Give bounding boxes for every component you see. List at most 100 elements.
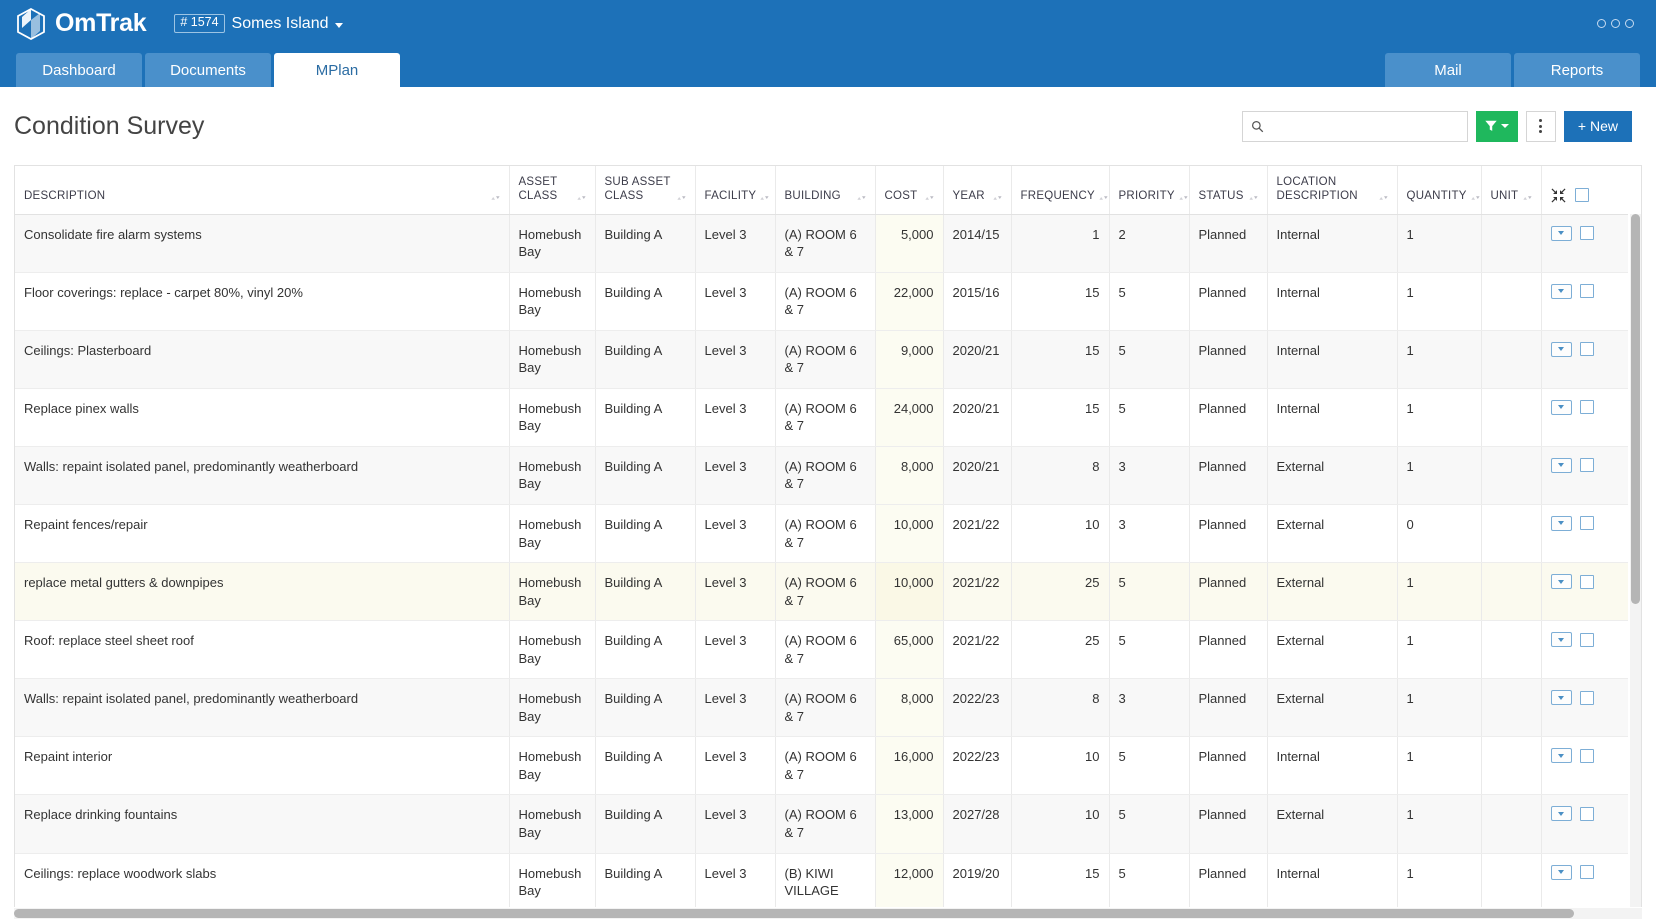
col-header-quantity[interactable]: QUANTITY: [1396, 166, 1481, 215]
sort-updown-icon: [1179, 195, 1188, 200]
table-row[interactable]: Repaint interior Homebush Bay Building A Le…: [15, 736, 1628, 796]
row-select-checkbox[interactable]: [1579, 690, 1594, 705]
row-select-checkbox[interactable]: [1579, 226, 1594, 240]
site-selector[interactable]: # 1574 Somes Island: [174, 14, 344, 33]
col-header-cost[interactable]: COST: [874, 166, 943, 215]
row-actions-dropdown[interactable]: [1550, 864, 1572, 880]
row-select-checkbox[interactable]: [1579, 632, 1594, 647]
row-actions-dropdown[interactable]: [1550, 341, 1572, 357]
search-box[interactable]: [1241, 110, 1468, 142]
table-row[interactable]: replace metal gutters & downpipes Homebus…: [15, 562, 1628, 622]
cell-description: Repaint interior: [15, 736, 509, 796]
cell-facility: Level 3: [694, 736, 775, 796]
funnel-icon: [1485, 120, 1498, 131]
col-header-location-description[interactable]: LOCATION DESCRIPTION: [1266, 166, 1397, 215]
column-label: FREQUENCY: [1020, 190, 1095, 203]
new-button[interactable]: + New: [1563, 110, 1632, 142]
col-header-description[interactable]: DESCRIPTION: [15, 166, 509, 215]
row-actions-dropdown[interactable]: [1550, 457, 1572, 473]
row-actions-dropdown[interactable]: [1550, 283, 1572, 299]
row-actions-dropdown[interactable]: [1550, 515, 1572, 531]
cell-asset-class: Homebush Bay: [508, 853, 595, 907]
col-header-facility[interactable]: FACILITY: [694, 166, 775, 215]
cell-priority: 5: [1108, 272, 1189, 331]
table-vertical-scrollbar[interactable]: [1630, 214, 1641, 907]
row-select-checkbox[interactable]: [1579, 458, 1594, 473]
table-row[interactable]: Floor coverings: replace - carpet 80%, v…: [15, 272, 1628, 331]
row-actions-dropdown[interactable]: [1550, 399, 1572, 415]
row-select-checkbox[interactable]: [1579, 516, 1594, 531]
table-row[interactable]: Ceilings: replace woodwork slabs Homebush…: [15, 853, 1628, 907]
table-horizontal-scrollbar[interactable]: [14, 908, 1642, 919]
row-select-checkbox[interactable]: [1579, 342, 1594, 357]
search-icon: [1251, 120, 1264, 132]
vertical-scroll-thumb[interactable]: [1631, 214, 1640, 604]
cell-sub-asset-class: Building A: [594, 214, 695, 273]
row-actions-dropdown[interactable]: [1550, 806, 1572, 822]
cell-priority: 5: [1108, 736, 1189, 796]
cell-unit: [1480, 620, 1541, 680]
more-options-button[interactable]: [1525, 110, 1556, 142]
col-header-building[interactable]: BUILDING: [774, 166, 875, 215]
row-select-checkbox[interactable]: [1579, 806, 1594, 821]
horizontal-scroll-thumb[interactable]: [14, 909, 1574, 918]
table-row[interactable]: Repaint fences/repair Homebush Bay Buildin…: [15, 504, 1628, 564]
cell-asset-class: Homebush Bay: [508, 794, 595, 854]
row-actions-dropdown[interactable]: [1550, 574, 1572, 590]
cell-sub-asset-class: Building A: [594, 620, 695, 680]
cell-unit: [1480, 504, 1541, 564]
tab-mplan[interactable]: MPlan: [274, 53, 400, 87]
cell-unit: [1480, 214, 1541, 273]
col-header-priority[interactable]: PRIORITY: [1108, 166, 1189, 215]
col-header-year[interactable]: YEAR: [942, 166, 1011, 215]
cell-actions: [1540, 214, 1628, 273]
row-select-checkbox[interactable]: [1579, 574, 1594, 589]
table-row[interactable]: Roof: replace steel sheet roof Homebush B…: [15, 620, 1628, 680]
col-header-unit[interactable]: UNIT: [1480, 166, 1541, 215]
col-header-status[interactable]: STATUS: [1188, 166, 1267, 215]
cell-status: Planned: [1188, 853, 1267, 907]
col-header-frequency[interactable]: FREQUENCY: [1010, 166, 1109, 215]
table-row[interactable]: Replace pinex walls Homebush Bay Building …: [15, 388, 1628, 447]
top-bar: OmTrak # 1574 Somes Island: [0, 0, 1656, 47]
brand[interactable]: OmTrak: [16, 7, 147, 40]
cell-location-description: External: [1266, 794, 1397, 854]
cell-year: 2020/21: [942, 330, 1011, 389]
cell-quantity: 1: [1396, 736, 1481, 796]
row-actions-dropdown[interactable]: [1550, 690, 1572, 706]
row-select-checkbox[interactable]: [1579, 865, 1594, 880]
search-input[interactable]: [1270, 117, 1459, 135]
cell-priority: 5: [1108, 388, 1189, 447]
cell-quantity: 1: [1396, 562, 1481, 622]
col-header-asset-class[interactable]: ASSET CLASS: [508, 166, 595, 215]
toolbar: + New: [1241, 110, 1632, 142]
table-row[interactable]: Walls: repaint isolated panel, predomina…: [15, 446, 1628, 505]
table-row[interactable]: Consolidate fire alarm systems Homebush B…: [15, 214, 1628, 273]
cell-cost: 13,000: [874, 794, 943, 854]
table-row[interactable]: Replace drinking fountains Homebush Bay Bu…: [15, 794, 1628, 854]
tab-documents[interactable]: Documents: [145, 53, 271, 87]
col-header-sub-asset-class[interactable]: SUB ASSET CLASS: [594, 166, 695, 215]
sort-updown-icon: [1378, 195, 1388, 200]
row-actions-dropdown[interactable]: [1550, 632, 1572, 648]
row-actions-dropdown[interactable]: [1550, 748, 1572, 764]
row-select-checkbox[interactable]: [1579, 748, 1594, 763]
cell-asset-class: Homebush Bay: [508, 504, 595, 564]
cell-location-description: External: [1266, 504, 1397, 564]
tab-reports[interactable]: Reports: [1514, 53, 1640, 87]
row-actions-dropdown[interactable]: [1550, 225, 1572, 241]
compress-arrows-icon[interactable]: [1551, 188, 1566, 203]
table-row[interactable]: Walls: repaint isolated panel, predomina…: [15, 678, 1628, 738]
tab-dashboard[interactable]: Dashboard: [16, 53, 142, 87]
sort-updown-icon: [1522, 195, 1532, 200]
row-select-checkbox[interactable]: [1579, 284, 1594, 299]
filter-button[interactable]: [1475, 110, 1518, 142]
table-row[interactable]: Ceilings: Plasterboard Homebush Bay Buildi…: [15, 330, 1628, 389]
cell-frequency: 8: [1010, 678, 1109, 738]
cell-asset-class: Homebush Bay: [508, 272, 595, 331]
row-select-checkbox[interactable]: [1579, 400, 1594, 415]
topbar-menu-button[interactable]: [1597, 19, 1640, 28]
select-all-checkbox[interactable]: [1574, 188, 1589, 202]
caret-down-icon: [1558, 521, 1564, 526]
tab-mail[interactable]: Mail: [1385, 53, 1511, 87]
